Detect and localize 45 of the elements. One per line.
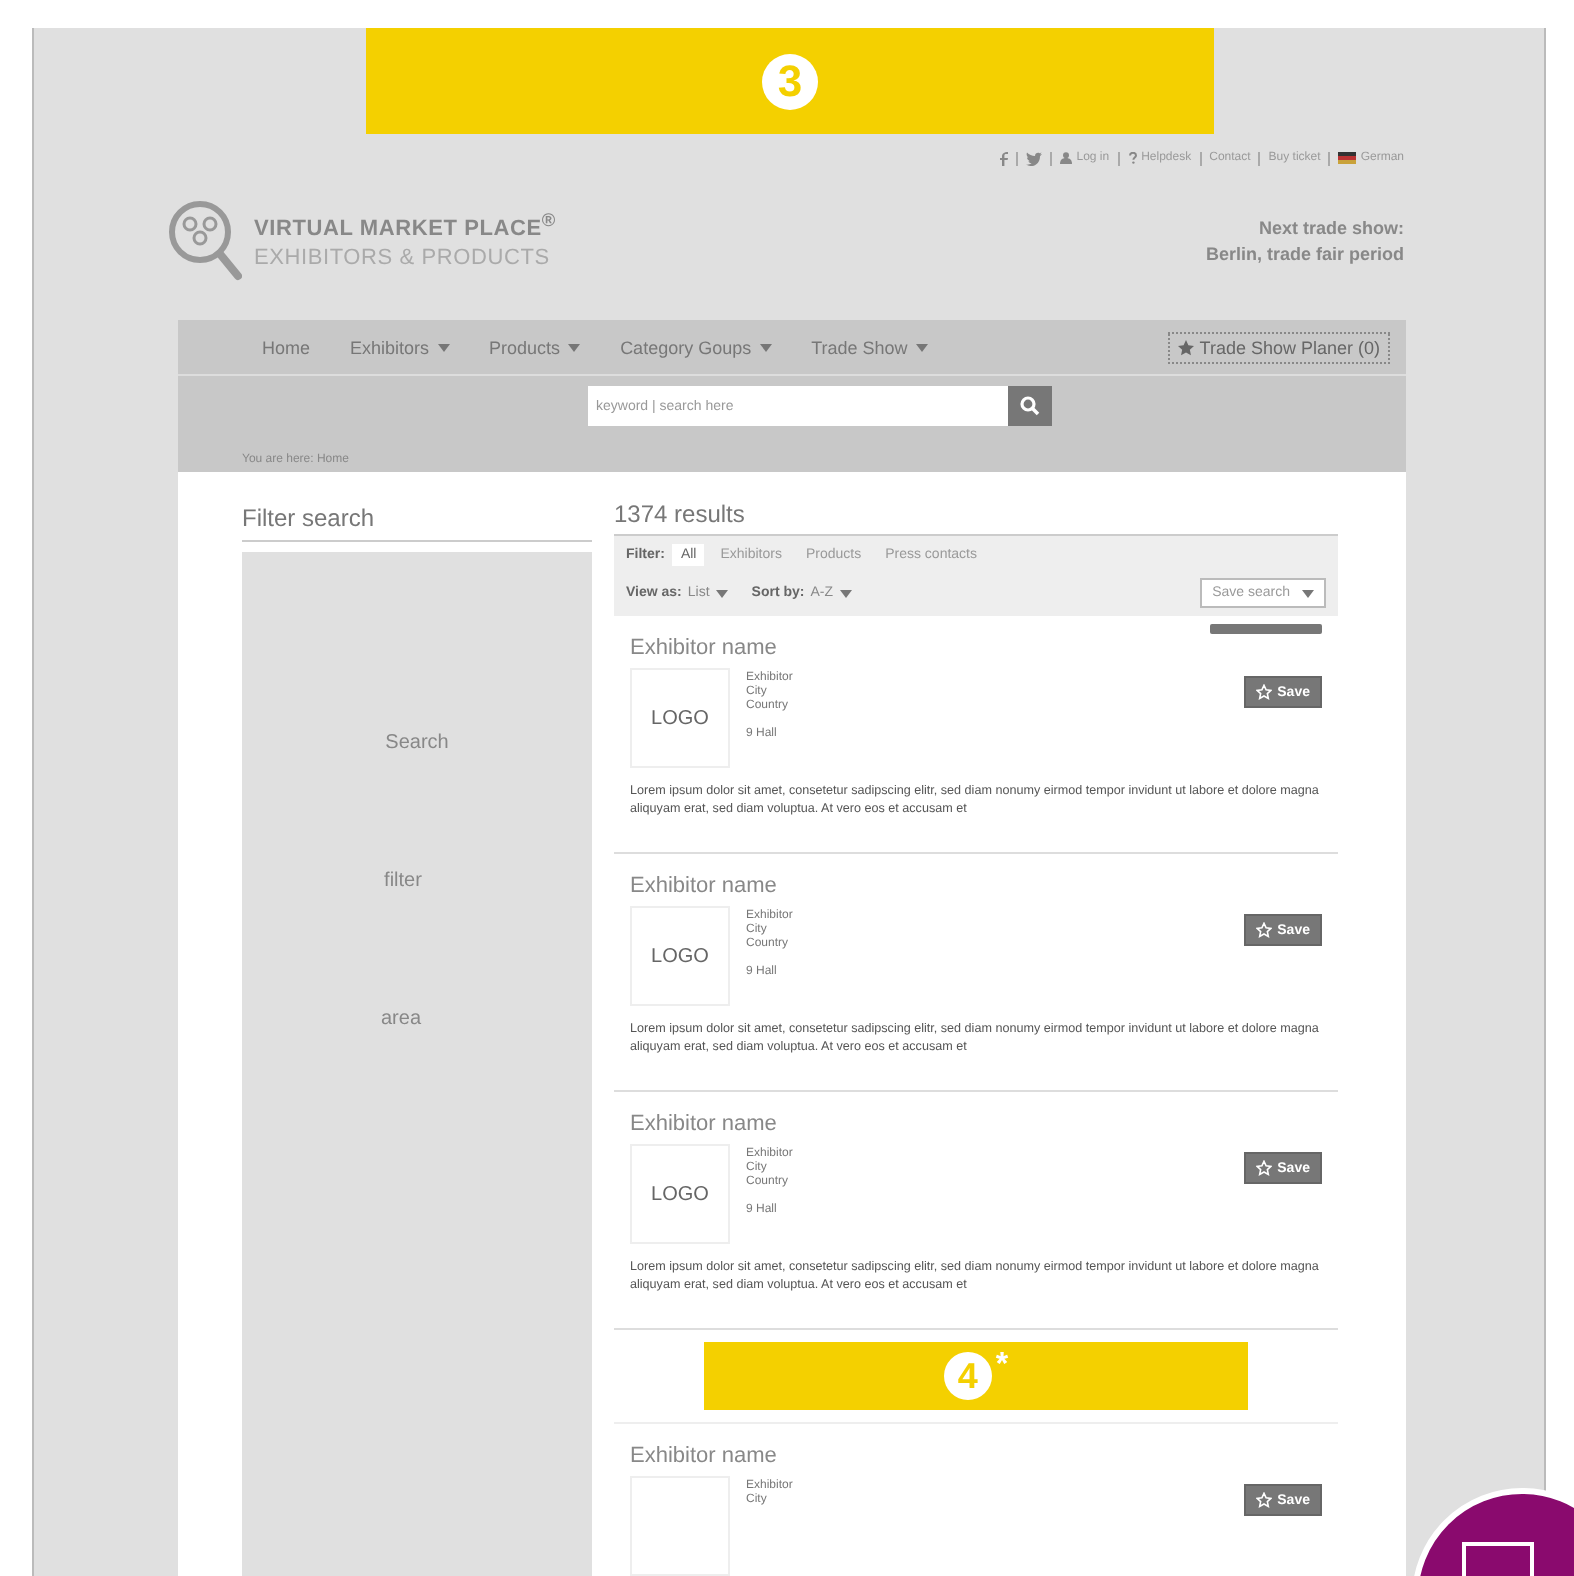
star-icon xyxy=(1255,1492,1272,1508)
caret-icon xyxy=(568,343,581,351)
trade-show-text: Next trade show: xyxy=(1258,217,1404,237)
results-count: 1374 results xyxy=(614,498,747,532)
bird-icon[interactable] xyxy=(1026,151,1043,165)
star-icon xyxy=(1177,339,1194,355)
window-icon xyxy=(1462,1542,1534,1576)
caret-icon xyxy=(1302,589,1314,597)
planner-button[interactable]: Trade Show Planer (0) xyxy=(1167,331,1390,363)
exhibitor-name[interactable]: Exhibitor name xyxy=(630,1100,777,1136)
logo-text: LOGO xyxy=(651,707,709,729)
exhibitor-name[interactable]: Exhibitor name xyxy=(630,624,777,660)
user-icon xyxy=(1060,152,1073,164)
panel-text: Search xyxy=(385,732,449,754)
sidebar-title: Filter search xyxy=(242,472,592,542)
panel-text: area xyxy=(380,1008,421,1030)
nav-item[interactable]: Exhibitors xyxy=(334,337,466,357)
logo-text: LOGO xyxy=(651,1183,709,1205)
step-number: 3 xyxy=(762,53,818,109)
exhibitor-name[interactable]: Exhibitor name xyxy=(630,1432,777,1468)
facebook-icon[interactable] xyxy=(1000,151,1009,165)
step-number: 4 xyxy=(943,1352,992,1400)
panel-text: filter xyxy=(384,870,422,892)
caret-icon xyxy=(839,589,852,597)
caret-icon xyxy=(759,343,772,351)
trade-show-text: Berlin, trade fair period xyxy=(1205,243,1404,263)
logo-text: LOGO xyxy=(651,945,709,967)
search-button[interactable] xyxy=(1008,386,1052,426)
nav-item[interactable]: Trade Show xyxy=(795,337,944,357)
star-icon xyxy=(1255,1160,1272,1176)
caret-icon xyxy=(437,343,450,351)
nav-item[interactable]: Home xyxy=(246,337,327,357)
nav-item[interactable]: Category Goups xyxy=(604,337,788,357)
asterisk: * xyxy=(995,1348,1009,1384)
caret-icon xyxy=(915,343,928,351)
brand-title: VIRTUAL MARKET PLACE$^{®}$ xyxy=(254,210,556,242)
star-icon xyxy=(1255,684,1272,700)
caret-icon xyxy=(715,589,728,597)
nav-item[interactable]: Products xyxy=(473,337,597,357)
exhibitor-name[interactable]: Exhibitor name xyxy=(630,862,777,898)
search-icon xyxy=(1020,396,1040,416)
question-icon xyxy=(1127,152,1138,164)
flag-icon xyxy=(1338,152,1357,164)
magnifier-logo-icon xyxy=(166,198,242,282)
star-icon xyxy=(1255,922,1272,938)
